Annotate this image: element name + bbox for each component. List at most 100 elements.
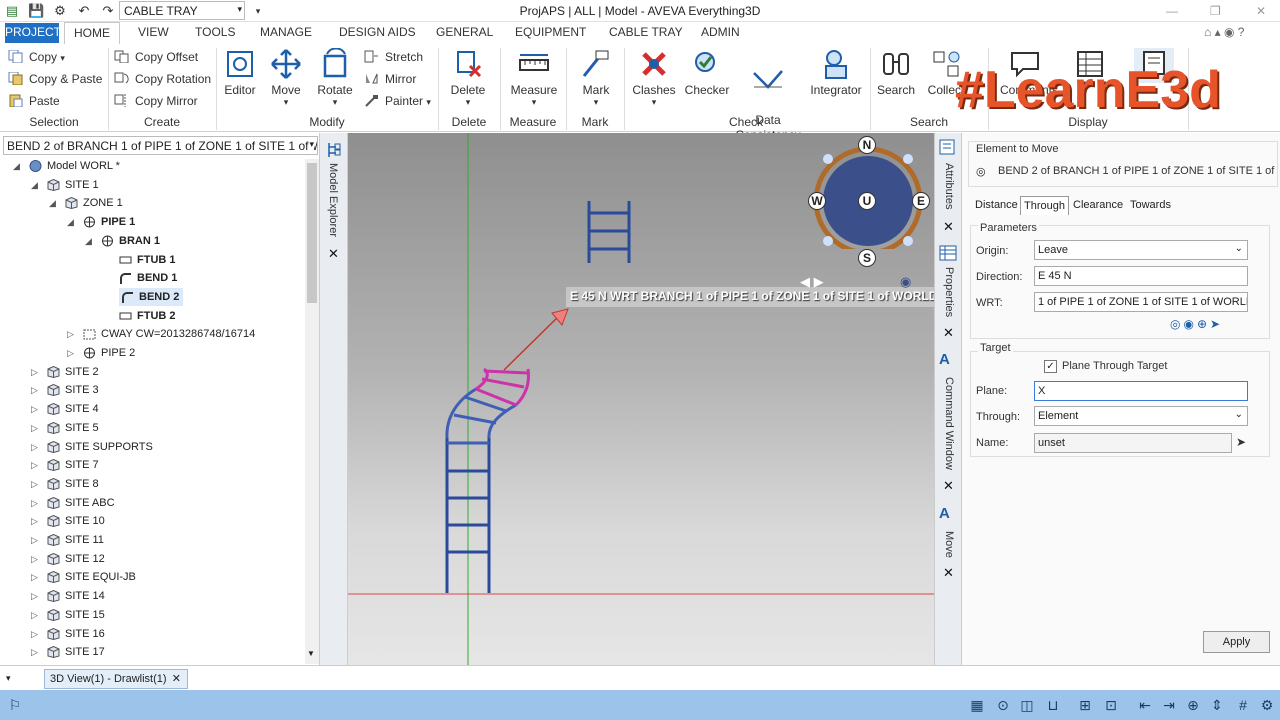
snap-mid-icon[interactable]: ⊔: [1044, 696, 1062, 714]
collapse-icon[interactable]: ◢: [49, 194, 56, 212]
snap-grid-icon[interactable]: ▦: [968, 696, 986, 714]
tab-through[interactable]: Through: [1020, 196, 1069, 215]
tree-item[interactable]: ▷ SITE 12: [0, 550, 300, 568]
tree-item[interactable]: ▷ SITE 15: [0, 606, 300, 624]
target-icon[interactable]: ⊕: [1184, 696, 1202, 714]
tree-item[interactable]: ▷ SITE 5: [0, 419, 300, 437]
tab-general[interactable]: GENERAL: [436, 25, 493, 39]
checker-button[interactable]: Checker: [684, 48, 730, 97]
compass-up[interactable]: U: [858, 192, 876, 210]
tree-item[interactable]: ▷ SITE 10: [0, 512, 300, 530]
tab-view[interactable]: VIEW: [138, 25, 169, 39]
expand-icon[interactable]: ▷: [31, 643, 38, 661]
name-input[interactable]: unset: [1034, 433, 1232, 453]
measure-button[interactable]: Measure ▾: [508, 48, 560, 108]
globe-icon[interactable]: ◉: [900, 274, 911, 290]
search-button[interactable]: Search: [876, 48, 916, 97]
maximize-button[interactable]: ❐: [1210, 4, 1221, 18]
nav-arrows-icon[interactable]: ◀ ▶: [800, 274, 824, 290]
minimize-button[interactable]: —: [1166, 4, 1178, 18]
scroll-down-icon[interactable]: ▼: [307, 649, 315, 658]
stretch-button[interactable]: Stretch: [364, 50, 423, 64]
plane-through-target-checkbox[interactable]: ✓: [1044, 360, 1057, 373]
tree-item[interactable]: ▷ SITE 8: [0, 475, 300, 493]
tree-item[interactable]: ▷ SITE SUPPORTS: [0, 438, 300, 456]
command-window-tab[interactable]: Command Window: [943, 377, 955, 470]
tree-item[interactable]: ▷ SITE 3: [0, 381, 300, 399]
tree-item[interactable]: ▷ PIPE 2: [0, 344, 300, 362]
expand-icon[interactable]: ▷: [67, 325, 74, 343]
mark-button[interactable]: Mark ▾: [574, 48, 618, 108]
properties-icon[interactable]: [939, 245, 957, 266]
tree-item[interactable]: ▷ SITE 7: [0, 456, 300, 474]
tree-item[interactable]: BEND 1: [0, 269, 300, 287]
expand-icon[interactable]: ▷: [31, 363, 38, 381]
tree-item[interactable]: ▷ CWAY CW=2013286748/16714: [0, 325, 300, 343]
move-tab-icon[interactable]: A: [939, 505, 950, 522]
copy-rotation-button[interactable]: Copy Rotation: [114, 72, 211, 86]
tab-distance[interactable]: Distance: [972, 196, 1021, 215]
direction-input[interactable]: E 45 N: [1034, 266, 1248, 286]
expand-icon[interactable]: ▷: [31, 400, 38, 418]
tab-cable-tray[interactable]: CABLE TRAY: [609, 25, 683, 39]
clashes-button[interactable]: Clashes ▾: [630, 48, 678, 108]
expand-icon[interactable]: ▷: [31, 550, 38, 568]
tree-item[interactable]: ▷ SITE 14: [0, 587, 300, 605]
tree-item[interactable]: ▷ SITE 4: [0, 400, 300, 418]
rotate-button[interactable]: Rotate ▾: [314, 47, 356, 108]
paste-button[interactable]: Paste: [8, 94, 60, 108]
tab-admin[interactable]: ADMIN: [701, 25, 740, 39]
command-window-icon[interactable]: A: [939, 351, 950, 368]
plane-input[interactable]: X: [1034, 381, 1248, 401]
tab-design-aids[interactable]: DESIGN AIDS: [339, 25, 416, 39]
collapse-icon[interactable]: ◢: [31, 176, 38, 194]
tree-item[interactable]: ◢ Model WORL *: [0, 157, 300, 175]
vertical-icon[interactable]: ⇕: [1208, 696, 1226, 714]
current-element-combo[interactable]: BEND 2 of BRANCH 1 of PIPE 1 of ZONE 1 o…: [3, 136, 318, 155]
tree-item[interactable]: ◢ PIPE 1: [0, 213, 300, 231]
attributes-tab[interactable]: Attributes: [943, 163, 955, 209]
snap-point-icon[interactable]: ⊙: [994, 696, 1012, 714]
model-explorer-tab[interactable]: Model Explorer: [327, 163, 339, 237]
snap-center-icon[interactable]: ⊡: [1102, 696, 1120, 714]
expand-icon[interactable]: ▷: [31, 381, 38, 399]
tab-equipment[interactable]: EQUIPMENT: [515, 25, 586, 39]
align-left-icon[interactable]: ⇤: [1136, 696, 1154, 714]
expand-icon[interactable]: ▷: [31, 494, 38, 512]
tab-manage[interactable]: MANAGE: [260, 25, 312, 39]
close-icon[interactable]: ✕: [943, 478, 954, 494]
tree-item[interactable]: ◢ ZONE 1: [0, 194, 300, 212]
expand-icon[interactable]: ▷: [31, 456, 38, 474]
expand-icon[interactable]: ▷: [31, 512, 38, 530]
mirror-button[interactable]: Mirror: [364, 72, 416, 86]
copy-offset-button[interactable]: Copy Offset: [114, 50, 198, 64]
tab-project[interactable]: PROJECT: [5, 23, 61, 43]
tab-towards[interactable]: Towards: [1127, 196, 1174, 215]
through-select[interactable]: Element ⌄: [1034, 406, 1248, 426]
wrt-input[interactable]: 1 of PIPE 1 of ZONE 1 of SITE 1 of WORLD…: [1034, 292, 1248, 312]
compass-east[interactable]: E: [912, 192, 930, 210]
help-nav-icons[interactable]: ⌂ ▴ ◉ ?: [1204, 25, 1244, 39]
delete-button[interactable]: Delete ▾: [446, 48, 490, 108]
copy-button[interactable]: Copy ▾: [8, 49, 65, 64]
tree-item[interactable]: FTUB 2: [0, 307, 300, 325]
align-right-icon[interactable]: ⇥: [1160, 696, 1178, 714]
copy-mirror-button[interactable]: Copy Mirror: [114, 94, 198, 108]
snap-edge-icon[interactable]: ◫: [1018, 696, 1036, 714]
editor-button[interactable]: Editor: [220, 48, 260, 97]
close-icon[interactable]: ✕: [943, 565, 954, 581]
tree-item[interactable]: ◢ SITE 1: [0, 176, 300, 194]
close-icon[interactable]: ✕: [172, 672, 181, 685]
settings-icon[interactable]: ⚙: [1258, 696, 1276, 714]
move-tab[interactable]: Move: [943, 531, 955, 558]
painter-button[interactable]: Painter ▾: [364, 94, 431, 108]
tab-home[interactable]: HOME: [64, 22, 120, 44]
tab-tools[interactable]: TOOLS: [195, 25, 235, 39]
tree-item[interactable]: ▷ SITE 11: [0, 531, 300, 549]
integrator-button[interactable]: Integrator: [808, 48, 864, 97]
tree-item[interactable]: ▷ SITE ABC: [0, 494, 300, 512]
expand-icon[interactable]: ▷: [67, 344, 74, 362]
expand-icon[interactable]: ▷: [31, 475, 38, 493]
tab-clearance[interactable]: Clearance: [1070, 196, 1126, 215]
compass-west[interactable]: W: [808, 192, 826, 210]
